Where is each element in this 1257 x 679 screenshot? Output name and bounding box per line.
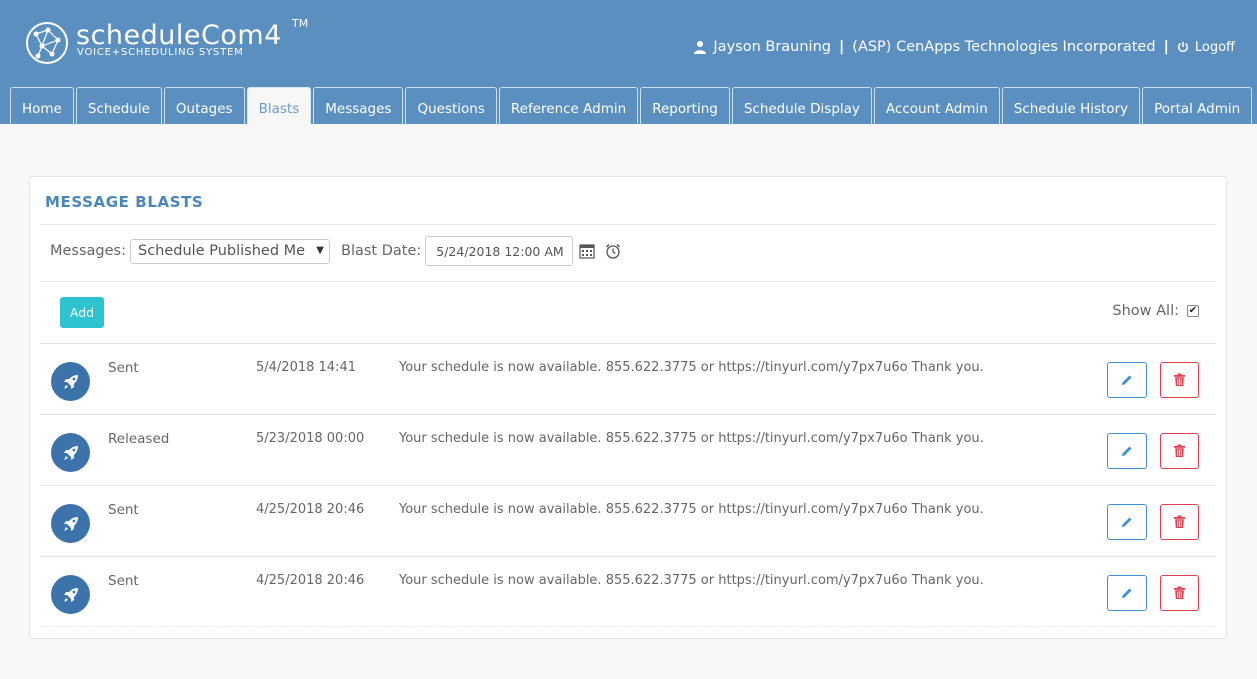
tab-schedule[interactable]: Schedule [75, 87, 162, 124]
network-globe-icon [26, 22, 68, 64]
edit-button[interactable] [1107, 433, 1147, 469]
show-all-label: Show All: [1112, 303, 1179, 319]
delete-button[interactable] [1160, 362, 1199, 398]
blast-date-label: Blast Date: [341, 243, 422, 259]
tab-reporting[interactable]: Reporting [640, 87, 730, 124]
blast-date-input[interactable]: 5/24/2018 12:00 AM [425, 236, 574, 266]
trash-icon [1174, 515, 1185, 528]
divider [40, 224, 1216, 225]
blast-message: Your schedule is now available. 855.622.… [399, 360, 984, 375]
organization-name[interactable]: (ASP) CenApps Technologies Incorporated [852, 39, 1155, 55]
tab-outages[interactable]: Outages [163, 87, 245, 124]
pencil-icon [1122, 446, 1132, 456]
tab-questions[interactable]: Questions [405, 87, 497, 124]
list-item: Released 5/23/2018 00:00 Your schedule i… [40, 414, 1216, 485]
tab-account-admin[interactable]: Account Admin [873, 87, 1000, 124]
blast-date: 4/25/2018 20:46 [256, 502, 365, 517]
tab-portal-admin[interactable]: Portal Admin [1142, 87, 1253, 124]
list-item: Sent 5/4/2018 14:41 Your schedule is now… [40, 343, 1216, 414]
message-blasts-panel: MESSAGE BLASTS Messages: Schedule Publis… [29, 176, 1227, 639]
tab-reference-admin[interactable]: Reference Admin [498, 87, 639, 124]
alarm-clock-icon[interactable] [605, 243, 621, 259]
divider [40, 281, 1216, 282]
blast-message: Your schedule is now available. 855.622.… [399, 431, 984, 446]
delete-button[interactable] [1160, 433, 1199, 469]
user-icon [694, 41, 707, 54]
panel-title: MESSAGE BLASTS [45, 193, 204, 211]
rocket-icon [51, 575, 90, 614]
app-header: scheduleCom4 TM VOICE+SCHEDULING SYSTEM … [0, 0, 1257, 124]
blast-list: Sent 5/4/2018 14:41 Your schedule is now… [40, 343, 1216, 627]
messages-selected-value: Schedule Published Me [138, 243, 306, 259]
tab-messages[interactable]: Messages [313, 87, 404, 124]
pencil-icon [1122, 517, 1132, 527]
trademark-mark: TM [292, 17, 309, 30]
list-item: Sent 4/25/2018 20:46 Your schedule is no… [40, 485, 1216, 556]
pencil-icon [1122, 588, 1132, 598]
blast-message: Your schedule is now available. 855.622.… [399, 573, 984, 588]
edit-button[interactable] [1107, 362, 1147, 398]
pencil-icon [1122, 375, 1132, 385]
user-name[interactable]: Jayson Brauning [713, 39, 831, 55]
power-icon [1177, 41, 1188, 52]
tab-blasts[interactable]: Blasts [246, 87, 312, 124]
trash-icon [1174, 373, 1185, 386]
blast-date: 5/23/2018 00:00 [256, 431, 365, 446]
trash-icon [1174, 444, 1185, 457]
rocket-icon [51, 504, 90, 543]
messages-label: Messages: [50, 243, 126, 259]
rocket-icon [51, 433, 90, 472]
edit-button[interactable] [1107, 504, 1147, 540]
separator: | [1163, 39, 1169, 55]
tab-home[interactable]: Home [10, 87, 74, 124]
blast-status: Released [108, 431, 170, 447]
trash-icon [1174, 586, 1185, 599]
add-button[interactable]: Add [60, 297, 104, 328]
user-bar: Jayson Brauning | (ASP) CenApps Technolo… [693, 37, 1235, 57]
edit-button[interactable] [1107, 575, 1147, 611]
logoff-link[interactable]: Logoff [1177, 40, 1235, 55]
delete-button[interactable] [1160, 575, 1199, 611]
blast-status: Sent [108, 360, 139, 376]
blast-message: Your schedule is now available. 855.622.… [399, 502, 984, 517]
main-tabs: Home Schedule Outages Blasts Messages Qu… [10, 87, 1254, 124]
app-logo[interactable]: scheduleCom4 TM VOICE+SCHEDULING SYSTEM [24, 17, 324, 70]
tab-schedule-display[interactable]: Schedule Display [731, 87, 872, 124]
messages-select[interactable]: Schedule Published Me ▼ [130, 238, 330, 264]
dropdown-caret-icon: ▼ [314, 244, 324, 256]
logoff-label: Logoff [1194, 39, 1235, 55]
delete-button[interactable] [1160, 504, 1199, 540]
blast-date: 5/4/2018 14:41 [256, 360, 356, 375]
calendar-icon[interactable] [579, 243, 595, 259]
show-all-checkbox[interactable]: ✔ [1187, 305, 1199, 317]
separator: | [838, 39, 845, 55]
blast-date: 4/25/2018 20:46 [256, 573, 365, 588]
filter-row: Messages: Schedule Published Me ▼ Blast … [50, 236, 621, 266]
tab-schedule-history[interactable]: Schedule History [1001, 87, 1141, 124]
logo-subtitle: VOICE+SCHEDULING SYSTEM [77, 47, 244, 58]
show-all-toggle: Show All: ✔ [1112, 303, 1199, 319]
list-item: Sent 4/25/2018 20:46 Your schedule is no… [40, 556, 1216, 627]
blast-status: Sent [108, 502, 139, 518]
blast-status: Sent [108, 573, 139, 589]
rocket-icon [51, 362, 90, 401]
